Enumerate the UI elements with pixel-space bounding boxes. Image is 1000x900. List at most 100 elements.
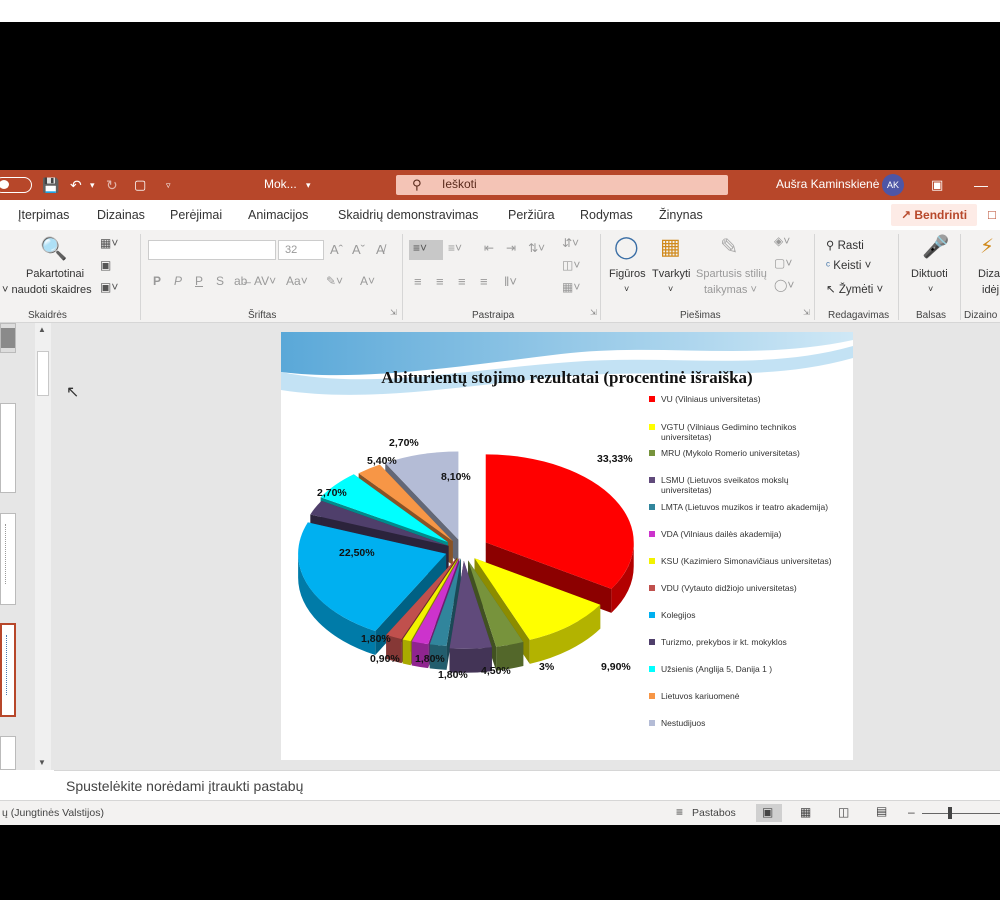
slide-thumbnail[interactable] bbox=[0, 403, 16, 493]
slide-sorter-icon[interactable]: ▦ bbox=[800, 805, 811, 819]
tab-design[interactable]: Dizainas bbox=[97, 208, 145, 222]
tab-view[interactable]: Rodymas bbox=[580, 208, 633, 222]
search-box[interactable]: ⚲ Ieškoti bbox=[396, 175, 728, 195]
arrange-icon[interactable]: ▦ bbox=[660, 234, 681, 260]
bold-button[interactable]: P bbox=[153, 274, 161, 288]
arrange-label[interactable]: Tvarkyti bbox=[652, 268, 691, 280]
align-center-icon[interactable]: ≡ bbox=[436, 274, 444, 289]
comments-icon[interactable]: □ bbox=[988, 207, 996, 222]
arrange-dropdown-icon[interactable]: ˅ bbox=[668, 284, 673, 294]
redo-icon[interactable]: ↻ bbox=[106, 177, 118, 194]
share-button[interactable]: ↗ Bendrinti bbox=[891, 204, 977, 226]
slide-thumbnail[interactable] bbox=[0, 736, 16, 770]
slide-thumbnail[interactable] bbox=[0, 513, 16, 605]
find-button[interactable]: ⚲ Rasti bbox=[826, 238, 864, 252]
design-ideas-icon[interactable]: ⚡ bbox=[980, 234, 994, 259]
slide-show-icon[interactable]: ▤ bbox=[876, 804, 887, 818]
font-size-field[interactable]: 32 bbox=[278, 240, 324, 260]
align-left-icon[interactable]: ≡ bbox=[414, 274, 422, 289]
autosave-toggle[interactable] bbox=[0, 177, 32, 193]
shape-fill-icon[interactable]: ◈˅ bbox=[774, 234, 790, 248]
shape-outline-icon[interactable]: ▢˅ bbox=[774, 256, 792, 270]
italic-button[interactable]: P bbox=[174, 274, 182, 288]
line-spacing-icon[interactable]: ⇅˅ bbox=[528, 241, 545, 255]
paragraph-dialog-launcher-icon[interactable]: ⇲ bbox=[590, 308, 597, 317]
avatar[interactable]: AK bbox=[882, 174, 904, 196]
reading-view-icon[interactable]: ◫ bbox=[838, 805, 849, 819]
pie-data-label: 3% bbox=[539, 661, 555, 673]
undo-icon[interactable]: ↶ bbox=[70, 177, 82, 194]
quick-styles-label-2[interactable]: taikymas ˅ bbox=[704, 284, 757, 296]
section-icon[interactable]: ▣˅ bbox=[100, 280, 118, 294]
document-name[interactable]: Mok... bbox=[264, 177, 297, 191]
font-dialog-launcher-icon[interactable]: ⇲ bbox=[390, 308, 397, 317]
dictate-label[interactable]: Diktuoti bbox=[911, 268, 948, 280]
slide-canvas[interactable]: Abiturientų stojimo rezultatai (procenti… bbox=[281, 332, 853, 760]
shadow-button[interactable]: S bbox=[216, 274, 224, 288]
align-text-icon[interactable]: ◫˅ bbox=[562, 258, 580, 272]
shape-effects-icon[interactable]: ◯˅ bbox=[774, 278, 794, 292]
user-name[interactable]: Aušra Kaminskienė bbox=[776, 177, 879, 191]
select-button[interactable]: ↖ Žymėti ˅ bbox=[826, 282, 883, 296]
reuse-slides-label-1[interactable]: Pakartotinai bbox=[26, 268, 84, 280]
customize-toolbar-icon[interactable]: ▿ bbox=[166, 180, 171, 191]
zoom-out-icon[interactable]: – bbox=[908, 805, 915, 819]
reuse-slides-label-2[interactable]: ˅ naudoti skaidres bbox=[2, 284, 92, 296]
undo-dropdown-icon[interactable]: ▾ bbox=[90, 180, 95, 191]
quick-styles-label-1[interactable]: Spartusis stilių bbox=[696, 268, 767, 280]
change-case-button[interactable]: Aa˅ bbox=[286, 274, 308, 288]
shapes-label[interactable]: Figūros bbox=[609, 268, 646, 280]
font-color-icon[interactable]: A˅ bbox=[360, 274, 375, 288]
microphone-icon[interactable]: 🎤 bbox=[922, 234, 949, 260]
zoom-slider[interactable] bbox=[922, 813, 1000, 814]
columns-icon[interactable]: ‖˅ bbox=[504, 274, 517, 289]
slide-thumbnail-selected[interactable] bbox=[0, 623, 16, 717]
quick-styles-icon[interactable]: ✎ bbox=[720, 234, 738, 260]
tab-slide-show[interactable]: Skaidrių demonstravimas bbox=[338, 208, 478, 222]
clear-formatting-icon[interactable]: A̸ bbox=[376, 242, 385, 257]
save-icon[interactable]: 💾 bbox=[42, 177, 59, 194]
notes-toggle-button[interactable]: Pastabos bbox=[692, 807, 736, 819]
scrollbar-thumb[interactable] bbox=[37, 351, 49, 396]
char-spacing-icon[interactable]: AV˅ bbox=[254, 274, 276, 288]
tab-animations[interactable]: Animacijos bbox=[248, 208, 308, 222]
shapes-icon[interactable]: ◯ bbox=[614, 234, 639, 260]
language-status[interactable]: ų (Jungtinės Valstijos) bbox=[2, 807, 104, 819]
increase-font-icon[interactable]: Aˆ bbox=[330, 242, 343, 257]
highlight-icon[interactable]: ✎˅ bbox=[326, 274, 343, 288]
zoom-slider-handle[interactable] bbox=[948, 807, 952, 819]
increase-indent-icon[interactable]: ⇥ bbox=[506, 241, 516, 255]
present-from-start-icon[interactable]: ▢ bbox=[134, 177, 146, 193]
dictate-dropdown-icon[interactable]: ˅ bbox=[928, 284, 933, 294]
drawing-dialog-launcher-icon[interactable]: ⇲ bbox=[803, 308, 810, 317]
tab-help[interactable]: Žinynas bbox=[659, 208, 703, 222]
align-right-icon[interactable]: ≡ bbox=[458, 274, 466, 289]
shapes-dropdown-icon[interactable]: ˅ bbox=[624, 284, 629, 294]
layout-icon[interactable]: ▦˅ bbox=[100, 236, 118, 250]
doc-name-dropdown-icon[interactable]: ▾ bbox=[306, 180, 311, 191]
design-ideas-label-2[interactable]: idėj bbox=[982, 284, 999, 296]
decrease-font-icon[interactable]: Aˇ bbox=[352, 242, 365, 257]
scroll-down-icon[interactable]: ▼ bbox=[38, 758, 46, 767]
scroll-up-icon[interactable]: ▲ bbox=[38, 325, 46, 334]
reset-icon[interactable]: ▣ bbox=[100, 258, 111, 272]
thumbnails-scrollbar[interactable]: ▲ ▼ bbox=[35, 323, 51, 770]
strikethrough-icon[interactable]: ab̶ bbox=[234, 274, 247, 288]
smartart-icon[interactable]: ▦˅ bbox=[562, 280, 580, 294]
tab-transitions[interactable]: Perėjimai bbox=[170, 208, 222, 222]
ribbon-display-options-icon[interactable]: ▣ bbox=[931, 177, 943, 193]
text-direction-icon[interactable]: ⇵˅ bbox=[562, 236, 579, 250]
tab-insert[interactable]: Įterpimas bbox=[18, 208, 69, 222]
decrease-indent-icon[interactable]: ⇤ bbox=[484, 241, 494, 255]
underline-button[interactable]: P bbox=[195, 274, 203, 288]
justify-icon[interactable]: ≡ bbox=[480, 274, 488, 289]
font-family-field[interactable] bbox=[148, 240, 276, 260]
reuse-slides-icon[interactable]: 🔍 bbox=[40, 236, 67, 262]
notes-pane[interactable]: Spustelėkite norėdami įtraukti pastabų bbox=[54, 770, 1000, 800]
tab-review[interactable]: Peržiūra bbox=[508, 208, 555, 222]
slide-thumbnail[interactable] bbox=[0, 323, 16, 353]
minimize-icon[interactable]: — bbox=[974, 177, 988, 193]
replace-button[interactable]: ᶜ Keisti ˅ bbox=[826, 260, 871, 272]
numbering-icon[interactable]: ≡˅ bbox=[448, 241, 462, 255]
design-ideas-label-1[interactable]: Diza bbox=[978, 268, 1000, 280]
